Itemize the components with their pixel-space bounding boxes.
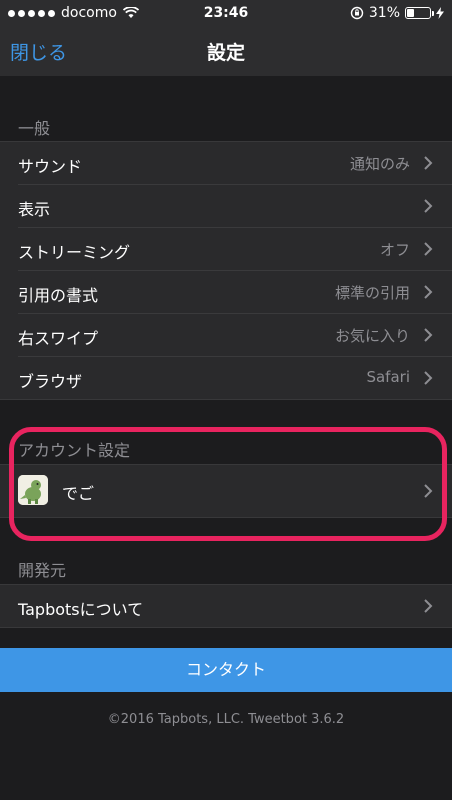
row-label: Tapbotsについて [18, 600, 144, 619]
section-header-general: 一般 [18, 119, 51, 138]
settings-row-quote-format[interactable]: 引用の書式 標準の引用 [18, 271, 452, 314]
settings-row-sound[interactable]: サウンド 通知のみ [18, 142, 452, 185]
row-value: 標準の引用 [334, 284, 410, 302]
section-header-account: アカウント設定 [18, 441, 131, 460]
battery-percent: 31% [368, 5, 400, 21]
orientation-lock-icon [350, 6, 364, 20]
chevron-right-icon [424, 371, 433, 385]
status-right: 31% [350, 5, 444, 21]
row-value: Safari [366, 368, 410, 386]
chevron-right-icon [424, 242, 433, 256]
row-value: オフ [379, 241, 410, 259]
settings-row-about-tapbots[interactable]: Tapbotsについて [18, 585, 452, 627]
settings-row-browser[interactable]: ブラウザ Safari [18, 357, 452, 399]
row-label: サウンド [18, 157, 83, 176]
row-label: 表示 [18, 200, 51, 219]
developer-group: Tapbotsについて [0, 584, 452, 628]
section-header-developer: 開発元 [18, 561, 67, 580]
charging-bolt-icon [436, 7, 444, 19]
chevron-right-icon [424, 156, 433, 170]
general-settings-group: サウンド 通知のみ 表示 ストリーミング オフ 引用の書式 標準の引用 右スワイ… [0, 141, 452, 400]
account-name: でご [62, 484, 95, 503]
row-label: ブラウザ [18, 372, 83, 391]
page-title: 設定 [206, 42, 245, 64]
row-value: 通知のみ [349, 155, 410, 173]
settings-row-right-swipe[interactable]: 右スワイプ お気に入り [18, 314, 452, 357]
footer-copyright: ©2016 Tapbots, LLC. Tweetbot 3.6.2 [107, 712, 345, 727]
chevron-right-icon [424, 599, 433, 613]
row-label: 右スワイプ [18, 329, 99, 348]
battery-icon [405, 7, 434, 19]
chevron-right-icon [424, 484, 433, 498]
chevron-right-icon [424, 199, 433, 213]
status-bar: docomo 23:46 31% [0, 0, 452, 28]
row-label: 引用の書式 [18, 286, 99, 305]
chevron-right-icon [424, 328, 433, 342]
settings-row-display[interactable]: 表示 [18, 185, 452, 228]
navigation-bar: 閉じる 設定 [0, 28, 452, 76]
avatar [18, 475, 48, 505]
account-settings-group: でご [0, 464, 452, 518]
settings-row-streaming[interactable]: ストリーミング オフ [18, 228, 452, 271]
dinosaur-avatar-icon [18, 475, 48, 505]
account-row[interactable]: でご [18, 465, 452, 517]
row-label: ストリーミング [18, 243, 131, 262]
chevron-right-icon [424, 285, 433, 299]
battery-fill [407, 9, 414, 17]
row-value: お気に入り [334, 327, 410, 345]
contact-button[interactable]: コンタクト [0, 648, 452, 692]
